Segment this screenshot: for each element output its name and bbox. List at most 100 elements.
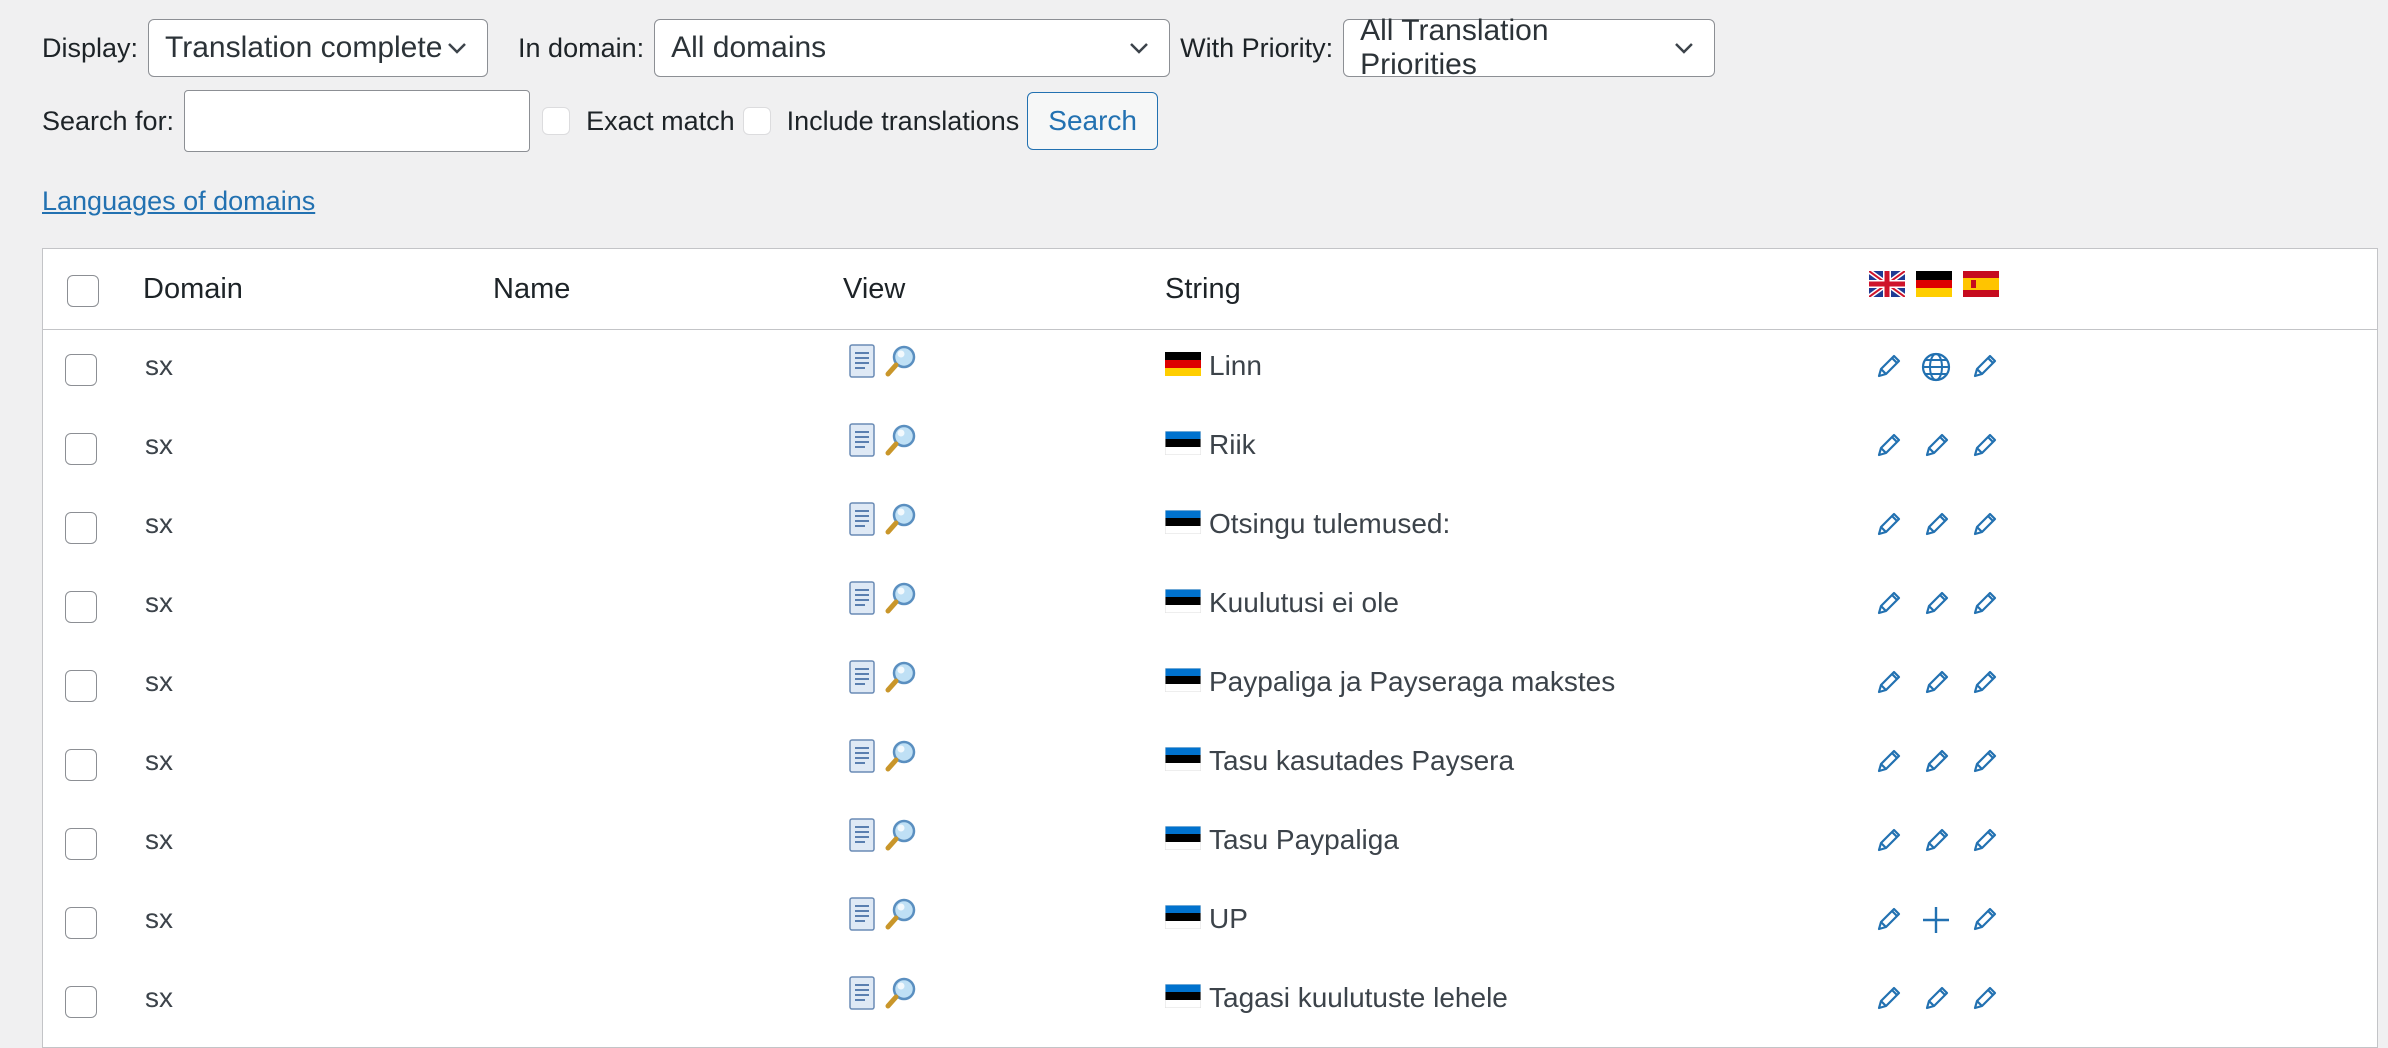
pencil-icon[interactable]: [1871, 587, 1905, 621]
row-domain: sx: [145, 666, 173, 697]
view-icons: [847, 423, 919, 462]
column-header-name[interactable]: Name: [493, 273, 570, 306]
magnifier-view-icon[interactable]: [885, 739, 919, 778]
row-string: Tasu kasutades Paysera: [1209, 745, 1515, 776]
row-string: Kuulutusi ei ole: [1209, 587, 1399, 618]
document-view-icon[interactable]: [847, 423, 877, 462]
display-select-value: Translation complete: [165, 31, 443, 64]
pencil-icon[interactable]: [1967, 903, 2001, 937]
view-icons: [847, 502, 919, 541]
row-checkbox[interactable]: [65, 354, 97, 386]
pencil-icon[interactable]: [1919, 587, 1953, 621]
priority-select[interactable]: All Translation Priorities: [1343, 14, 1716, 81]
languages-of-domains-link[interactable]: Languages of domains: [42, 186, 315, 217]
filters-bar: Display: Translation complete In domain:…: [42, 14, 2342, 152]
document-view-icon[interactable]: [847, 581, 877, 620]
row-checkbox[interactable]: [65, 670, 97, 702]
magnifier-view-icon[interactable]: [885, 976, 919, 1015]
globe-icon[interactable]: [1919, 350, 1953, 384]
table-row: sx Tasu Paypaliga: [43, 804, 2377, 883]
estonian-flag-icon: [1164, 983, 1202, 1009]
table-row: sx UP: [43, 883, 2377, 962]
pencil-icon[interactable]: [1871, 903, 1905, 937]
pencil-icon[interactable]: [1871, 824, 1905, 858]
document-view-icon[interactable]: [847, 660, 877, 699]
pencil-icon[interactable]: [1967, 666, 2001, 700]
pencil-icon[interactable]: [1967, 745, 2001, 779]
magnifier-view-icon[interactable]: [885, 344, 919, 383]
priority-label: With Priority:: [1180, 32, 1334, 63]
pencil-icon[interactable]: [1967, 350, 2001, 384]
column-header-string[interactable]: String: [1165, 273, 1241, 306]
pencil-icon[interactable]: [1919, 508, 1953, 542]
column-header-domain[interactable]: Domain: [143, 273, 243, 306]
search-input[interactable]: [184, 90, 531, 152]
document-view-icon[interactable]: [847, 976, 877, 1015]
row-checkbox[interactable]: [65, 433, 97, 465]
row-domain: sx: [145, 350, 173, 381]
pencil-icon[interactable]: [1967, 508, 2001, 542]
pencil-icon[interactable]: [1919, 666, 1953, 700]
chevron-down-icon: [1675, 43, 1694, 54]
pencil-icon[interactable]: [1919, 429, 1953, 463]
view-icons: [847, 976, 919, 1015]
display-select[interactable]: Translation complete: [148, 19, 489, 77]
domain-label: In domain:: [518, 32, 645, 63]
row-checkbox[interactable]: [65, 749, 97, 781]
table-header: Domain Name View String: [43, 249, 2377, 330]
magnifier-view-icon[interactable]: [885, 502, 919, 541]
include-translations-checkbox[interactable]: [742, 107, 771, 135]
magnifier-view-icon[interactable]: [885, 897, 919, 936]
priority-select-value: All Translation Priorities: [1360, 14, 1549, 81]
row-checkbox[interactable]: [65, 907, 97, 939]
view-icons: [847, 660, 919, 699]
search-button[interactable]: Search: [1027, 92, 1158, 150]
row-string: UP: [1209, 903, 1248, 934]
pencil-icon[interactable]: [1871, 350, 1905, 384]
spanish-flag-icon: [1963, 271, 1999, 297]
row-checkbox[interactable]: [65, 512, 97, 544]
row-checkbox[interactable]: [65, 828, 97, 860]
document-view-icon[interactable]: [847, 897, 877, 936]
row-domain: sx: [145, 903, 173, 934]
row-checkbox[interactable]: [65, 986, 97, 1018]
document-view-icon[interactable]: [847, 344, 877, 383]
domain-select-value: All domains: [671, 31, 827, 64]
pencil-icon[interactable]: [1967, 982, 2001, 1016]
magnifier-view-icon[interactable]: [885, 660, 919, 699]
estonian-flag-icon: [1164, 825, 1202, 851]
pencil-icon[interactable]: [1919, 824, 1953, 858]
pencil-icon[interactable]: [1919, 745, 1953, 779]
pencil-icon[interactable]: [1871, 982, 1905, 1016]
uk-flag-icon: [1869, 271, 1905, 297]
row-domain: sx: [145, 982, 173, 1013]
pencil-icon[interactable]: [1967, 824, 2001, 858]
exact-match-checkbox[interactable]: [542, 107, 571, 135]
document-view-icon[interactable]: [847, 818, 877, 857]
pencil-icon[interactable]: [1871, 508, 1905, 542]
pencil-icon[interactable]: [1919, 982, 1953, 1016]
pencil-icon[interactable]: [1871, 745, 1905, 779]
magnifier-view-icon[interactable]: [885, 818, 919, 857]
column-header-view: View: [843, 273, 906, 305]
search-label: Search for:: [42, 105, 175, 136]
pencil-icon[interactable]: [1967, 587, 2001, 621]
magnifier-view-icon[interactable]: [885, 581, 919, 620]
document-view-icon[interactable]: [847, 739, 877, 778]
view-icons: [847, 739, 919, 778]
select-all-checkbox[interactable]: [67, 275, 99, 307]
row-string: Tasu Paypaliga: [1209, 824, 1399, 855]
view-icons: [847, 344, 919, 383]
exact-match-label: Exact match: [586, 105, 735, 136]
chevron-down-icon: [448, 43, 466, 54]
domain-select[interactable]: All domains: [654, 19, 1171, 77]
row-string: Paypaliga ja Payseraga makstes: [1209, 666, 1616, 697]
magnifier-view-icon[interactable]: [885, 423, 919, 462]
pencil-icon[interactable]: [1871, 666, 1905, 700]
row-checkbox[interactable]: [65, 591, 97, 623]
row-string: Linn: [1209, 350, 1262, 381]
pencil-icon[interactable]: [1871, 429, 1905, 463]
pencil-icon[interactable]: [1967, 429, 2001, 463]
document-view-icon[interactable]: [847, 502, 877, 541]
plus-icon[interactable]: [1919, 903, 1953, 937]
